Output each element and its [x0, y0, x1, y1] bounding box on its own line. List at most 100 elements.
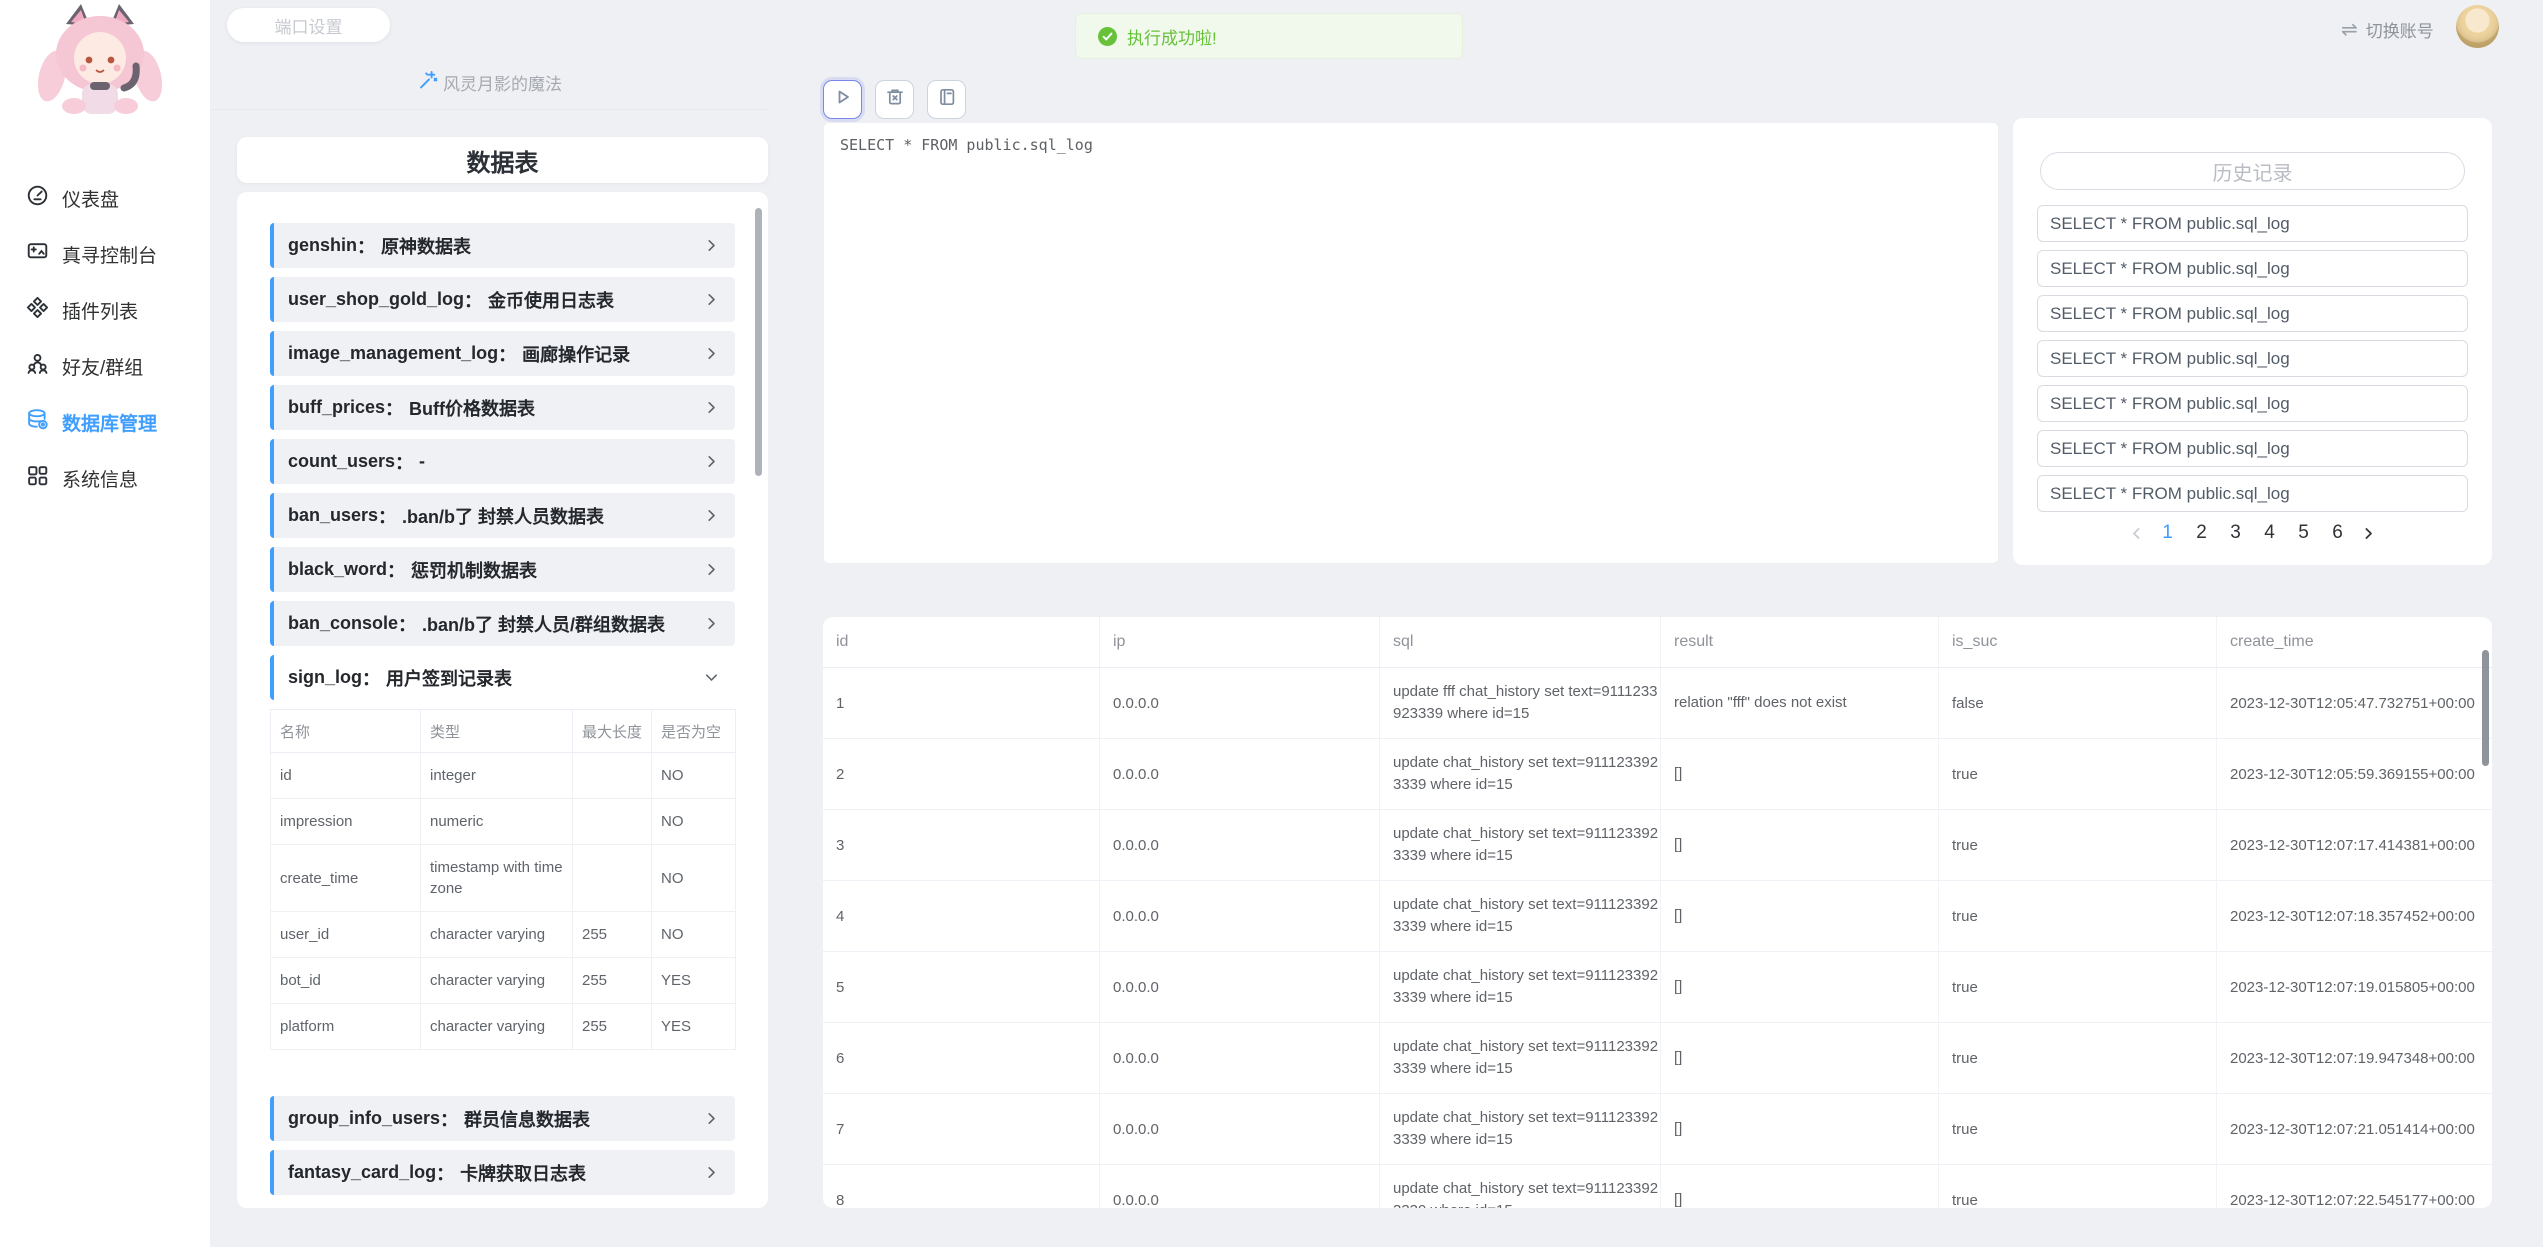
cell-result: []: [1661, 739, 1939, 810]
schema-cell-nullable: NO: [652, 799, 736, 845]
clear-sql-button[interactable]: [875, 80, 914, 119]
table-separator: ：: [387, 557, 405, 583]
history-item[interactable]: SELECT * FROM public.sql_log: [2037, 340, 2468, 377]
schema-cell-nullable: YES: [652, 1004, 736, 1050]
pagination-page[interactable]: 6: [2328, 522, 2347, 544]
sidebar-item-system[interactable]: 系统信息: [0, 450, 210, 506]
table-item[interactable]: buff_prices：Buff价格数据表: [270, 385, 735, 430]
chevron-right-icon: [704, 616, 719, 631]
cell-id: 2: [823, 739, 1100, 810]
table-name: genshin: [288, 235, 357, 256]
cell-sql: update chat_history set text=91112339233…: [1380, 1023, 1661, 1094]
cell-ip: 0.0.0.0: [1100, 739, 1380, 810]
play-icon: [833, 87, 853, 112]
port-settings-button[interactable]: 端口设置: [227, 8, 390, 42]
pagination-page[interactable]: 5: [2294, 522, 2313, 544]
tables-list: genshin：原神数据表 user_shop_gold_log：金币使用日志表…: [237, 192, 768, 1208]
table-name: ban_users: [288, 505, 378, 526]
table-separator: ：: [436, 1160, 454, 1186]
user-avatar[interactable]: [2456, 5, 2499, 48]
chevron-right-icon: [704, 1111, 719, 1126]
sidebar-item-console[interactable]: 真寻控制台: [0, 226, 210, 282]
schema-cell-name: id: [271, 753, 421, 799]
results-header-createtime: create_time: [2217, 617, 2492, 668]
results-scrollbar-thumb[interactable]: [2482, 650, 2489, 766]
history-item[interactable]: SELECT * FROM public.sql_log: [2037, 250, 2468, 287]
cell-result: []: [1661, 952, 1939, 1023]
history-item[interactable]: SELECT * FROM public.sql_log: [2037, 430, 2468, 467]
table-desc: 惩罚机制数据表: [411, 557, 537, 583]
history-item[interactable]: SELECT * FROM public.sql_log: [2037, 385, 2468, 422]
history-item[interactable]: SELECT * FROM public.sql_log: [2037, 475, 2468, 512]
pagination-page[interactable]: 3: [2226, 522, 2245, 544]
history-list: SELECT * FROM public.sql_log SELECT * FR…: [2037, 205, 2468, 520]
sidebar-item-label: 系统信息: [62, 465, 138, 492]
pagination-prev-icon[interactable]: [2130, 526, 2143, 541]
chevron-right-icon: [704, 400, 719, 415]
table-desc: -: [419, 451, 425, 472]
sidebar-item-database[interactable]: 数据库管理: [0, 394, 210, 450]
sidebar-item-friends[interactable]: 好友/群组: [0, 338, 210, 394]
cell-sql: update fff chat_history set text=9111233…: [1380, 668, 1661, 739]
table-item[interactable]: sign_log：用户签到记录表: [270, 655, 735, 700]
cell-issuc: true: [1939, 739, 2217, 810]
cell-createtime: 2023-12-30T12:07:17.414381+00:00: [2217, 810, 2492, 881]
sidebar-item-dashboard[interactable]: 仪表盘: [0, 170, 210, 226]
gauge-icon: [26, 184, 49, 213]
journal-icon-button[interactable]: [927, 80, 966, 119]
pagination-page[interactable]: 2: [2192, 522, 2211, 544]
journal-icon: [937, 87, 957, 112]
cell-issuc: false: [1939, 668, 2217, 739]
table-name: fantasy_card_log: [288, 1162, 436, 1183]
schema-cell-name: platform: [271, 1004, 421, 1050]
tables-scrollbar-thumb[interactable]: [755, 208, 762, 476]
table-item[interactable]: count_users：-: [270, 439, 735, 484]
sql-editor-input[interactable]: SELECT * FROM public.sql_log: [823, 122, 1999, 564]
sidebar-item-label: 好友/群组: [62, 353, 143, 380]
table-desc: .ban/b了 封禁人员/群组数据表: [422, 611, 665, 637]
table-item[interactable]: fantasy_card_log：卡牌获取日志表: [270, 1150, 735, 1195]
table-item[interactable]: ban_console：.ban/b了 封禁人员/群组数据表: [270, 601, 735, 646]
table-separator: ：: [398, 611, 416, 637]
schema-cell-nullable: NO: [652, 753, 736, 799]
results-header-id: id: [823, 617, 1100, 668]
history-item[interactable]: SELECT * FROM public.sql_log: [2037, 205, 2468, 242]
cell-issuc: true: [1939, 881, 2217, 952]
schema-header-row: 名称 类型 最大长度 是否为空: [271, 710, 736, 753]
table-item[interactable]: black_word：惩罚机制数据表: [270, 547, 735, 592]
table-item[interactable]: user_shop_gold_log：金币使用日志表: [270, 277, 735, 322]
cell-createtime: 2023-12-30T12:07:21.051414+00:00: [2217, 1094, 2492, 1165]
table-item[interactable]: group_info_users：群员信息数据表: [270, 1096, 735, 1141]
trash-icon: [885, 87, 905, 112]
table-name: black_word: [288, 559, 387, 580]
cell-result: []: [1661, 1023, 1939, 1094]
table-name: user_shop_gold_log: [288, 289, 464, 310]
cell-id: 3: [823, 810, 1100, 881]
table-name: count_users: [288, 451, 395, 472]
pagination-page[interactable]: 1: [2158, 522, 2177, 544]
pagination-page[interactable]: 4: [2260, 522, 2279, 544]
cell-ip: 0.0.0.0: [1100, 952, 1380, 1023]
chevron-right-icon: [704, 238, 719, 253]
sidebar-item-label: 数据库管理: [62, 409, 157, 436]
cell-createtime: 2023-12-30T12:07:19.947348+00:00: [2217, 1023, 2492, 1094]
sidebar-menu: 仪表盘 真寻控制台 插件列表 好友/群组 数据库管理 系统信息: [0, 170, 210, 506]
table-item[interactable]: ban_users：.ban/b了 封禁人员数据表: [270, 493, 735, 538]
cell-ip: 0.0.0.0: [1100, 810, 1380, 881]
schema-cell-nullable: NO: [652, 912, 736, 958]
table-name: group_info_users: [288, 1108, 440, 1129]
schema-cell-type: character varying: [421, 1004, 573, 1050]
history-item[interactable]: SELECT * FROM public.sql_log: [2037, 295, 2468, 332]
cell-id: 7: [823, 1094, 1100, 1165]
cell-result: []: [1661, 810, 1939, 881]
table-name: sign_log: [288, 667, 362, 688]
table-item[interactable]: image_management_log：画廊操作记录: [270, 331, 735, 376]
table-desc: 画廊操作记录: [522, 341, 630, 367]
table-item[interactable]: genshin：原神数据表: [270, 223, 735, 268]
pagination-next-icon[interactable]: [2362, 526, 2375, 541]
run-sql-button[interactable]: [823, 80, 862, 119]
chevron-right-icon: [704, 454, 719, 469]
switch-account-button[interactable]: ⇌ 切换账号: [2341, 17, 2434, 42]
sidebar-item-plugins[interactable]: 插件列表: [0, 282, 210, 338]
cell-ip: 0.0.0.0: [1100, 881, 1380, 952]
